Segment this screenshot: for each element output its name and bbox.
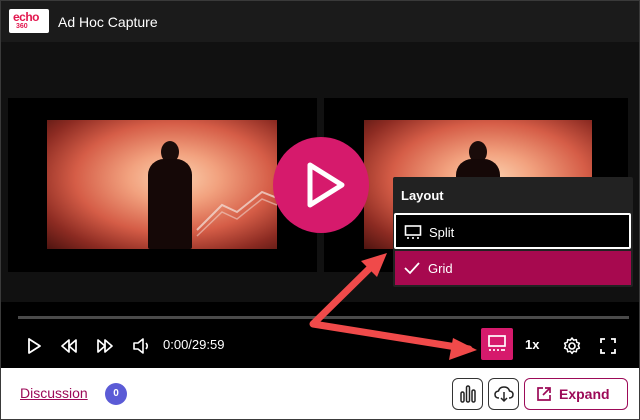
player-window: echo 360 Ad Hoc Capture Layout Split Gri… bbox=[0, 0, 640, 420]
download-button[interactable] bbox=[488, 378, 519, 410]
logo-text: echo bbox=[13, 10, 40, 24]
discussion-link[interactable]: Discussion bbox=[20, 385, 88, 401]
statistics-button[interactable] bbox=[452, 378, 483, 410]
layout-icon bbox=[488, 335, 506, 351]
layout-option-label: Split bbox=[429, 225, 455, 240]
fullscreen-icon[interactable] bbox=[597, 335, 619, 357]
layout-option-label: Grid bbox=[428, 261, 453, 276]
control-bar: 0:00/29:59 1x bbox=[1, 302, 639, 368]
monitor-icon bbox=[404, 225, 422, 239]
layout-menu-heading: Layout bbox=[401, 188, 444, 203]
bar-chart-icon bbox=[460, 385, 476, 403]
playback-time: 0:00/29:59 bbox=[163, 337, 225, 352]
play-button-large[interactable] bbox=[273, 137, 369, 233]
rewind-icon[interactable] bbox=[58, 335, 80, 357]
play-icon[interactable] bbox=[23, 335, 45, 357]
layout-option-grid[interactable]: Grid bbox=[395, 251, 631, 285]
play-icon bbox=[307, 162, 345, 208]
video-pane-left[interactable] bbox=[8, 98, 317, 272]
cloud-download-icon bbox=[494, 386, 514, 403]
video-frame-left bbox=[47, 120, 277, 249]
check-icon bbox=[404, 262, 420, 275]
header-bar: echo 360 Ad Hoc Capture bbox=[1, 1, 639, 42]
volume-icon[interactable] bbox=[131, 335, 153, 357]
layout-option-split[interactable]: Split bbox=[394, 213, 631, 249]
playback-speed-button[interactable]: 1x bbox=[525, 337, 539, 352]
layout-button[interactable] bbox=[481, 328, 513, 360]
external-link-icon bbox=[537, 387, 551, 401]
expand-button-label: Expand bbox=[559, 386, 610, 402]
presenter-figure bbox=[148, 141, 192, 249]
expand-button[interactable]: Expand bbox=[524, 378, 628, 410]
logo-subtext: 360 bbox=[16, 23, 28, 30]
scrub-bar[interactable] bbox=[18, 316, 629, 319]
echo360-logo: echo 360 bbox=[9, 9, 49, 33]
footer-bar: Discussion 0 Expand bbox=[1, 368, 639, 419]
layout-menu: Layout Split Grid bbox=[393, 177, 633, 287]
fast-forward-icon[interactable] bbox=[94, 335, 116, 357]
capture-title: Ad Hoc Capture bbox=[58, 14, 158, 30]
discussion-count-badge: 0 bbox=[105, 383, 127, 405]
gear-icon[interactable] bbox=[561, 335, 583, 357]
